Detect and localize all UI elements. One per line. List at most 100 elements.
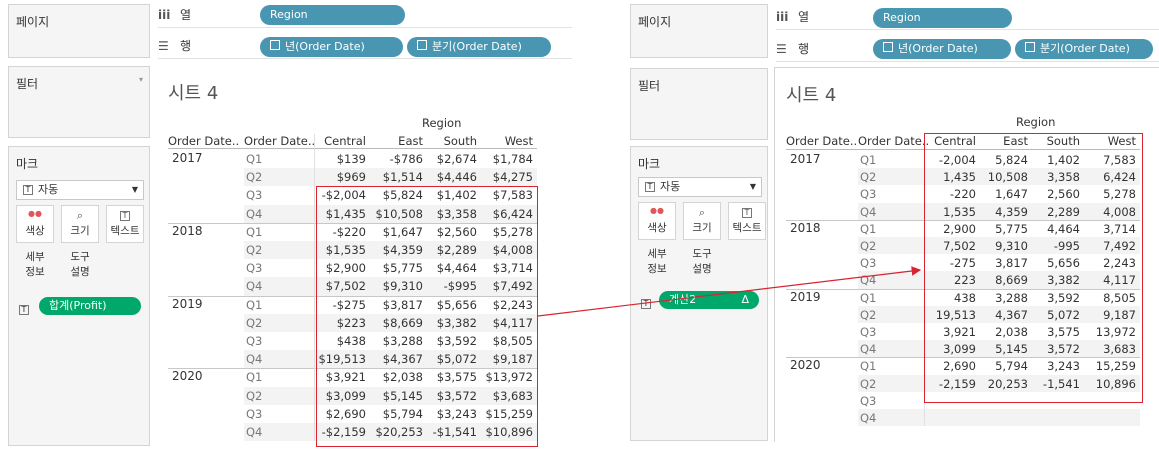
delta-icon: Δ	[741, 293, 749, 306]
collapse-arrow-icon[interactable]: ▾	[139, 75, 143, 84]
sheet-title: 시트 4	[786, 85, 837, 106]
quarter-label: Q3	[860, 393, 877, 408]
quarter-label: Q4	[246, 352, 263, 367]
tooltip-button[interactable]: 도구 설명	[683, 246, 721, 284]
mark-type-value: 자동	[38, 183, 59, 196]
quarter-label: Q4	[860, 204, 877, 219]
text-button[interactable]: T 텍스트	[106, 205, 144, 243]
columns-icon: iii	[776, 9, 789, 24]
profit-sum-label: 합계(Profit)	[49, 299, 107, 312]
calc2-label: 계산2	[669, 293, 697, 306]
profit-sum-pill[interactable]: 합계(Profit)	[39, 297, 141, 315]
tooltip-button[interactable]: 도구 설명	[61, 249, 99, 287]
filters-panel[interactable]: 필터 ▾	[8, 66, 150, 138]
text-icon: T	[729, 206, 765, 220]
mark-button-label: 크기	[70, 225, 90, 237]
quarter-label: Q3	[246, 261, 263, 276]
year-label: 2017	[790, 152, 821, 166]
mark-button-label: 크기	[692, 222, 712, 234]
quarter-label: Q4	[246, 206, 263, 221]
rows-label: 행	[798, 42, 810, 56]
quarter-label: Q1	[860, 153, 877, 167]
mark-type-dropdown[interactable]: T 자동 ▼	[638, 177, 762, 197]
text-encoding-icon: T	[641, 293, 656, 312]
region-pill-label: Region	[270, 8, 308, 21]
columns-label: 열	[798, 10, 810, 24]
quarter-label: Q2	[860, 170, 877, 185]
filters-panel[interactable]: 필터	[630, 68, 768, 140]
region-column-header: East	[398, 134, 423, 148]
pages-panel[interactable]: 페이지	[630, 4, 768, 58]
text-mark-icon: T	[645, 182, 655, 192]
color-dots-icon: ●●	[28, 209, 42, 218]
size-button[interactable]: ⌕ 크기	[61, 205, 99, 243]
detail-button[interactable]: 세부 정보	[16, 249, 54, 287]
mark-button-label: 텍스트	[110, 225, 140, 237]
size-button[interactable]: ⌕ 크기	[683, 202, 721, 240]
text-mark-icon: T	[23, 185, 33, 195]
color-button[interactable]: ●● 색상	[638, 202, 676, 240]
quarter-label: Q1	[246, 297, 263, 312]
quarter-label: Q2	[246, 170, 263, 185]
region-column-pill[interactable]: Region	[260, 5, 405, 25]
expand-icon	[1025, 42, 1035, 52]
mark-type-dropdown[interactable]: T 자동 ▼	[16, 180, 144, 200]
region-column-header: Central	[324, 134, 366, 148]
quarter-label: Q4	[246, 425, 263, 439]
quarter-label: Q3	[860, 325, 877, 339]
quarter-order-date-pill[interactable]: 분기(Order Date)	[407, 37, 551, 57]
header-divider	[168, 148, 537, 149]
marks-label: 마크	[638, 157, 661, 171]
columns-icon: iii	[158, 7, 171, 22]
region-column-header: West	[504, 134, 533, 148]
year-label: 2020	[790, 358, 821, 373]
pages-label: 페이지	[638, 15, 672, 29]
quarter-label: Q4	[246, 279, 263, 294]
year-order-date-pill[interactable]: 년(Order Date)	[260, 37, 403, 57]
region-header: Region	[422, 116, 462, 130]
text-button[interactable]: T 텍스트	[728, 202, 766, 240]
year-label: 2018	[172, 223, 203, 238]
quarter-label: Q2	[860, 307, 877, 322]
filters-label: 필터	[638, 79, 661, 93]
region-column-pill[interactable]: Region	[873, 8, 1012, 28]
region-pill-label: Region	[883, 11, 921, 24]
calc2-pill[interactable]: 계산2 Δ	[659, 291, 759, 309]
quarter-order-date-pill[interactable]: 분기(Order Date)	[1015, 39, 1153, 59]
color-dots-icon: ●●	[650, 206, 664, 215]
pages-panel[interactable]: 페이지	[8, 4, 150, 58]
dropdown-arrow-icon[interactable]: ▼	[750, 178, 756, 196]
detail-button[interactable]: 세부 정보	[638, 246, 676, 284]
marks-label: 마크	[16, 157, 39, 171]
quarter-label: Q1	[246, 224, 263, 239]
quarter-pill-label: 분기(Order Date)	[432, 40, 522, 53]
quarter-label: Q4	[860, 411, 877, 425]
quarter-label: Q1	[246, 370, 263, 385]
quarter-label: Q1	[246, 152, 263, 166]
quarter-label: Q2	[860, 376, 877, 391]
mark-button-label: 색상	[647, 222, 667, 234]
mark-button-label: 텍스트	[732, 222, 762, 234]
marks-panel: 마크 T 자동 ▼ T 계산2 Δ ●● 색상 ⌕ 크기 T 텍스트세부 정보 도구 설명	[630, 146, 768, 441]
mark-button-label: 도구 설명	[70, 251, 90, 278]
table-cell: $4,275	[492, 170, 533, 185]
order-date-quarter-header: Order Date..	[244, 134, 316, 148]
quarter-label: Q3	[246, 188, 263, 203]
pages-label: 페이지	[16, 15, 50, 29]
quarter-label: Q2	[246, 243, 263, 257]
quarter-label: Q1	[860, 221, 877, 236]
expand-icon	[417, 40, 427, 50]
marks-panel: 마크 T 자동 ▼ T 합계(Profit) ●● 색상 ⌕ 크기 T 텍스트세부 정보 도구…	[8, 146, 150, 446]
color-button[interactable]: ●● 색상	[16, 205, 54, 243]
region-column-header: South	[443, 134, 477, 148]
quarter-label: Q1	[860, 359, 877, 374]
rows-label: 행	[180, 39, 192, 53]
size-icon: ⌕	[698, 206, 706, 219]
year-label: 2019	[172, 296, 203, 311]
collapse-icon	[883, 42, 893, 52]
row-band	[858, 409, 1140, 427]
quarter-label: Q2	[860, 239, 877, 253]
year-order-date-pill[interactable]: 년(Order Date)	[873, 39, 1011, 59]
mark-button-label: 세부 정보	[25, 251, 45, 278]
dropdown-arrow-icon[interactable]: ▼	[132, 181, 138, 199]
